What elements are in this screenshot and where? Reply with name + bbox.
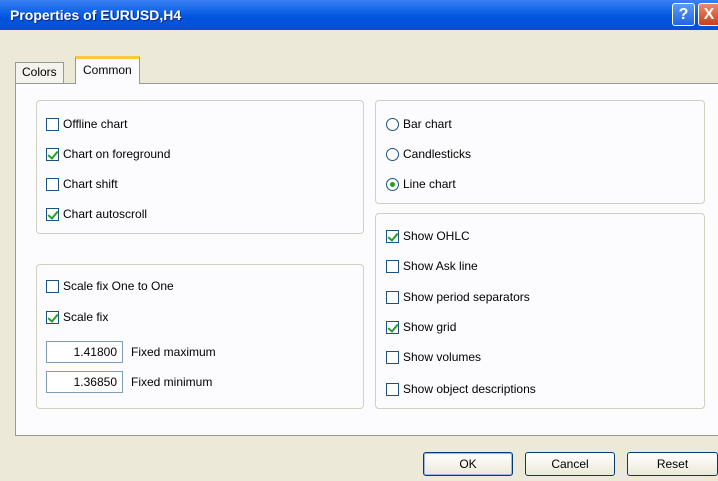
chart-on-foreground-option[interactable]: Chart on foreground <box>46 147 170 161</box>
show-period-separators-option[interactable]: Show period separators <box>386 290 530 304</box>
chart-on-foreground-checkbox[interactable] <box>46 147 59 161</box>
scale-one-to-one-option[interactable]: Scale fix One to One <box>46 279 174 293</box>
show-object-descriptions-option[interactable]: Show object descriptions <box>386 382 536 396</box>
show-ohlc-option[interactable]: Show OHLC <box>386 229 470 243</box>
bar-chart-label: Bar chart <box>403 117 452 131</box>
show-period-separators-checkbox[interactable] <box>386 290 399 304</box>
title-bar[interactable]: Properties of EURUSD,H4 ? X <box>0 0 718 30</box>
candlesticks-label: Candlesticks <box>403 147 472 161</box>
scale-fix-option[interactable]: Scale fix <box>46 310 108 324</box>
cancel-button[interactable]: Cancel <box>525 452 615 476</box>
show-object-descriptions-checkbox[interactable] <box>386 382 399 396</box>
chart-on-foreground-label: Chart on foreground <box>63 147 171 161</box>
fixed-maximum-label: Fixed maximum <box>131 345 216 359</box>
candlesticks-option[interactable]: Candlesticks <box>386 147 471 161</box>
show-ohlc-checkbox[interactable] <box>386 229 399 243</box>
offline-chart-option[interactable]: Offline chart <box>46 117 127 131</box>
show-grid-checkbox[interactable] <box>386 320 399 334</box>
show-ohlc-label: Show OHLC <box>403 229 470 243</box>
bar-chart-radio[interactable] <box>386 117 399 131</box>
help-button[interactable]: ? <box>672 3 695 26</box>
chart-shift-option[interactable]: Chart shift <box>46 177 118 191</box>
fixed-minimum-label: Fixed minimum <box>131 375 213 389</box>
show-ask-line-option[interactable]: Show Ask line <box>386 259 478 273</box>
show-period-separators-label: Show period separators <box>403 290 530 304</box>
show-object-descriptions-label: Show object descriptions <box>403 382 536 396</box>
fixed-maximum-input[interactable]: 1.41800 <box>46 341 123 363</box>
show-ask-line-label: Show Ask line <box>403 259 478 273</box>
show-volumes-checkbox[interactable] <box>386 350 399 364</box>
scale-one-to-one-label: Scale fix One to One <box>63 279 174 293</box>
scale-one-to-one-checkbox[interactable] <box>46 279 59 293</box>
window-title: Properties of EURUSD,H4 <box>10 7 182 23</box>
line-chart-option[interactable]: Line chart <box>386 177 456 191</box>
scale-fix-label: Scale fix <box>63 310 109 324</box>
chart-autoscroll-label: Chart autoscroll <box>63 207 148 221</box>
chart-autoscroll-option[interactable]: Chart autoscroll <box>46 207 147 221</box>
fixed-minimum-input[interactable]: 1.36850 <box>46 371 123 393</box>
chart-shift-checkbox[interactable] <box>46 177 59 191</box>
line-chart-radio[interactable] <box>386 177 399 191</box>
candlesticks-radio[interactable] <box>386 147 399 161</box>
line-chart-label: Line chart <box>403 177 456 191</box>
show-volumes-option[interactable]: Show volumes <box>386 350 481 364</box>
close-button[interactable]: X <box>698 3 718 26</box>
show-volumes-label: Show volumes <box>403 350 482 364</box>
ok-button[interactable]: OK <box>423 452 513 476</box>
chart-autoscroll-checkbox[interactable] <box>46 207 59 221</box>
bar-chart-option[interactable]: Bar chart <box>386 117 452 131</box>
tab-common[interactable]: Common <box>75 56 140 84</box>
chart-shift-label: Chart shift <box>63 177 118 191</box>
reset-button[interactable]: Reset <box>627 452 718 476</box>
offline-chart-label: Offline chart <box>63 117 128 131</box>
scale-fix-checkbox[interactable] <box>46 310 59 324</box>
show-ask-line-checkbox[interactable] <box>386 259 399 273</box>
offline-chart-checkbox[interactable] <box>46 117 59 131</box>
tab-colors[interactable]: Colors <box>15 62 64 83</box>
show-grid-option[interactable]: Show grid <box>386 320 456 334</box>
show-grid-label: Show grid <box>403 320 457 334</box>
